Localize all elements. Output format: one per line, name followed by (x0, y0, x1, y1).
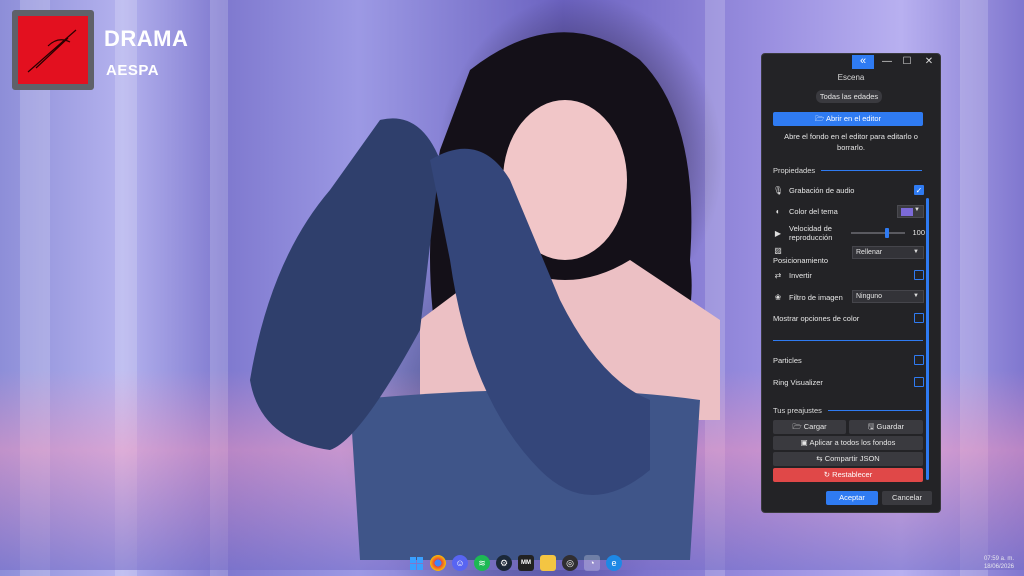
apply-to-all-button[interactable]: ▣ Aplicar a todos los fondos (773, 436, 923, 450)
show-color-options-label: Mostrar opciones de color (773, 313, 860, 323)
collapse-button[interactable]: « (852, 55, 874, 69)
mm-icon[interactable]: MM (518, 555, 534, 571)
presets-header: Tus preajustes (773, 406, 922, 415)
positioning-row: ▨ Posicionamiento Rellenar ▼ (773, 246, 925, 266)
cancel-button[interactable]: Cancelar (882, 491, 932, 505)
play-icon: ▶ (774, 228, 782, 238)
reset-label: Restablecer (832, 470, 873, 479)
now-playing-widget: DRAMA AESPA (12, 10, 188, 90)
presets-header-label: Tus preajustes (773, 406, 822, 415)
album-cover (12, 10, 94, 90)
image-filter-selected: Ninguno (856, 293, 883, 300)
clock-time: 07:59 a. m. (983, 556, 1014, 562)
show-color-options-row: Mostrar opciones de color (773, 310, 925, 326)
invert-checkbox[interactable] (914, 270, 924, 280)
image-icon: ▨ (774, 246, 782, 255)
palette-icon: ◐ (775, 206, 781, 216)
close-button[interactable]: ✕ (920, 55, 938, 69)
audio-recording-label: Grabación de audio (789, 185, 855, 195)
taskbar: ☺ ≋ ⚙ MM ◎ ◔ e (408, 553, 622, 573)
playback-speed-label: Velocidad de reproducción (789, 224, 833, 242)
clock-date: 18/06/2026 (983, 564, 1014, 570)
discord-icon[interactable]: ☺ (452, 555, 468, 571)
playback-speed-value: 100 (912, 228, 925, 237)
header-divider (827, 410, 922, 411)
chevron-down-icon: ▼ (914, 207, 920, 213)
swap-icon: ⇄ (774, 270, 782, 280)
theme-color-row: ◐ Color del tema ▼ (773, 203, 925, 219)
save-icon: 🖫 (868, 422, 875, 431)
color-swatch (901, 208, 913, 216)
particles-label: Particles (773, 355, 802, 365)
minimize-button[interactable]: — (878, 55, 896, 69)
microphone-icon: 🎙 (773, 185, 784, 195)
apply-to-all-label: Aplicar a todos los fondos (809, 438, 896, 447)
playback-speed-slider[interactable] (851, 232, 905, 234)
steam-icon[interactable]: ⚙ (496, 555, 512, 571)
scrollbar[interactable] (926, 198, 929, 480)
share-icon: ⇆ (816, 454, 823, 463)
folder-open-icon: 🗁 (814, 114, 825, 123)
reset-button[interactable]: ↻ Restablecer (773, 468, 923, 482)
image-filter-select[interactable]: Ninguno ▼ (852, 290, 924, 303)
particles-row: Particles (773, 352, 925, 368)
save-preset-button[interactable]: 🖫 Guardar (849, 420, 923, 434)
particles-checkbox[interactable] (914, 355, 924, 365)
title-bar: « — ☐ ✕ (762, 54, 940, 70)
obs-icon[interactable]: ◎ (562, 555, 578, 571)
header-divider (821, 170, 922, 171)
folder-open-icon: 🗁 (792, 422, 802, 431)
accept-button[interactable]: Aceptar (826, 491, 878, 505)
chevron-down-icon: ▼ (913, 293, 919, 299)
windows-icon[interactable] (408, 555, 424, 571)
image-filter-row: ❀ Filtro de imagen Ninguno ▼ (773, 289, 925, 305)
share-json-button[interactable]: ⇆ Compartir JSON (773, 452, 923, 466)
chevron-down-icon: ▼ (913, 249, 919, 255)
ring-visualizer-row: Ring Visualizer (773, 374, 925, 390)
audio-recording-row: 🎙 Grabación de audio ✓ (773, 182, 925, 198)
open-in-editor-button[interactable]: 🗁 Abrir en el editor (773, 112, 923, 126)
filter-icon: ❀ (774, 292, 782, 302)
editor-description: Abre el fondo en el editor para editarlo… (784, 132, 918, 152)
load-preset-button[interactable]: 🗁 Cargar (773, 420, 846, 434)
album-title: DRAMA (104, 26, 189, 51)
spotify-icon[interactable]: ≋ (474, 555, 490, 571)
ring-visualizer-checkbox[interactable] (914, 377, 924, 387)
properties-header-label: Propiedades (773, 166, 816, 175)
edge-icon[interactable]: e (606, 555, 622, 571)
invert-row: ⇄ Invertir (773, 267, 925, 283)
load-preset-label: Cargar (803, 422, 827, 431)
invert-label: Invertir (789, 270, 812, 280)
open-in-editor-label: Abrir en el editor (825, 114, 881, 123)
wallpaper-settings-panel: « — ☐ ✕ Escena Todas las edades 🗁 Abrir … (761, 53, 941, 513)
properties-header: Propiedades (773, 166, 922, 175)
show-color-options-checkbox[interactable] (914, 313, 924, 323)
system-clock[interactable]: 07:59 a. m. 18/06/2026 (984, 555, 1014, 571)
file-explorer-icon[interactable] (540, 555, 556, 571)
section-divider (773, 340, 923, 341)
monitor-icon: ▣ (800, 438, 808, 447)
panel-title: Escena (837, 73, 865, 82)
chrome-icon[interactable] (430, 555, 446, 571)
refresh-icon: ↻ (823, 470, 831, 479)
maximize-button[interactable]: ☐ (898, 55, 916, 69)
save-preset-label: Guardar (876, 422, 904, 431)
ring-visualizer-label: Ring Visualizer (773, 377, 823, 387)
positioning-label: Posicionamiento (773, 256, 829, 265)
positioning-selected: Rellenar (856, 249, 883, 256)
share-json-label: Compartir JSON (824, 454, 880, 463)
slider-thumb[interactable] (885, 228, 889, 238)
album-artist: AESPA (106, 62, 160, 79)
theme-color-picker[interactable]: ▼ (897, 205, 924, 218)
audio-recording-checkbox[interactable]: ✓ (914, 185, 924, 195)
age-rating-button[interactable]: Todas las edades (816, 90, 882, 103)
playback-speed-row: ▶ Velocidad de reproducción 100 (773, 222, 925, 244)
wallpaper-engine-icon[interactable]: ◔ (584, 555, 600, 571)
positioning-select[interactable]: Rellenar ▼ (852, 246, 924, 259)
